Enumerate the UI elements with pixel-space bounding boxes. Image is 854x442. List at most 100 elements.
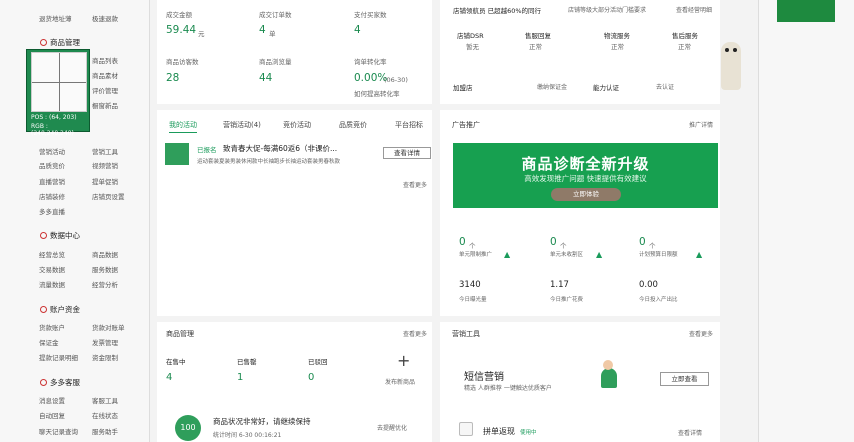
sms-title: 短信营销 <box>464 372 504 383</box>
sidebar-item-a5[interactable]: 资金限制 <box>92 352 118 362</box>
sidebar-item-a1[interactable]: 货款对账单 <box>92 322 125 332</box>
stat-unit: 元 <box>198 30 205 38</box>
banner-title: 商品诊断全新升级 <box>521 155 650 173</box>
tab-platform-bid[interactable]: 平台招标 <box>395 120 423 130</box>
stat-label: 成交金额 <box>166 11 192 19</box>
store-rank-link[interactable]: 店铺等级大部分活动门槛要求 <box>568 5 646 14</box>
stat-value: 44 <box>259 72 273 84</box>
ad-stat2-label: 今日投入产出比 <box>639 297 678 303</box>
metric-label: 售服回复 <box>525 32 551 40</box>
conversion-help-link[interactable]: 如何提高转化率 <box>354 88 400 98</box>
product-icon <box>40 39 47 46</box>
magnifier-preview <box>31 52 87 112</box>
sms-view-button[interactable]: 立即查看 <box>660 372 709 386</box>
sidebar-item-a4[interactable]: 提款记录明细 <box>39 352 78 362</box>
sidebar-item-m5[interactable]: 提单促销 <box>92 176 118 186</box>
tools-more-link[interactable]: 查看更多 <box>689 329 713 338</box>
sidebar-section-products[interactable]: 商品管理 <box>40 37 80 48</box>
activities-card: 我的活动 营销活动(4) 竞价活动 品质竞价 平台招标 已报名 致青春大促-每满… <box>157 110 432 316</box>
sidebar-item-c4[interactable]: 聊天记录查询 <box>39 426 78 436</box>
health-link[interactable]: 去提醒优化 <box>377 423 407 432</box>
activity-title[interactable]: 致青春大促-每满60返6（非课价... <box>223 143 337 154</box>
more-link[interactable]: 查看更多 <box>403 180 427 189</box>
ad-stat2-value: 1.17 <box>550 280 569 290</box>
ad-title: 广告推广 <box>452 121 480 129</box>
sidebar-item-m1[interactable]: 营销工具 <box>92 146 118 156</box>
ad-stat-label: 单元未收割区 <box>550 252 584 258</box>
stat-unit: 单 <box>269 30 276 38</box>
sidebar-item-d2[interactable]: 交易数据 <box>39 264 65 274</box>
banner-subtitle: 高效发现推广问题 快速提供有效建议 <box>524 174 647 183</box>
tab-marketing[interactable]: 营销活动(4) <box>223 120 261 130</box>
ad-detail-link[interactable]: 推广详情 <box>689 120 713 129</box>
sidebar-item-d5[interactable]: 经营分析 <box>92 279 118 289</box>
view-details-button[interactable]: 查看详情 <box>383 147 431 159</box>
sidebar-item-window[interactable]: 橱窗新品 <box>92 100 118 110</box>
product-count-label[interactable]: 已售罄 <box>237 356 257 366</box>
coupon-icon <box>459 422 473 436</box>
sidebar: 退货地址薄 极速退款 商品管理 商品列表 商品素材 评价管理 橱窗新品 POS … <box>0 0 150 442</box>
sidebar-section-customer[interactable]: 多多客服 <box>40 377 80 388</box>
sidebar-item-c1[interactable]: 客服工具 <box>92 395 118 405</box>
sidebar-section-data[interactable]: 数据中心 <box>40 230 80 241</box>
sidebar-section-account[interactable]: 账户资金 <box>40 304 80 315</box>
mascot-icon[interactable] <box>721 42 741 90</box>
publish-product-link[interactable]: 发布新商品 <box>385 377 415 386</box>
sidebar-item-a3[interactable]: 发票管理 <box>92 337 118 347</box>
mascot-eye <box>733 48 737 52</box>
sidebar-item-c5[interactable]: 服务助手 <box>92 426 118 436</box>
sidebar-item-reviews[interactable]: 评价管理 <box>92 85 118 95</box>
sidebar-item-m7[interactable]: 店铺页设置 <box>92 191 125 201</box>
tab-my-activity[interactable]: 我的活动 <box>169 120 197 133</box>
ad-stat-label: 单元限制推广 <box>459 252 493 258</box>
sms-illustration-icon <box>593 358 629 396</box>
plus-icon[interactable]: + <box>397 351 410 370</box>
coupon-detail-link[interactable]: 查看详情 <box>678 428 702 437</box>
store-detail-link[interactable]: 查看经营明细 <box>676 5 712 14</box>
store-rank-text: 店铺领航员 已超越60%的同行 <box>453 7 542 15</box>
sidebar-item-m6[interactable]: 店铺装修 <box>39 191 65 201</box>
sidebar-item-c3[interactable]: 在线状态 <box>92 410 118 420</box>
sidebar-item-m8[interactable]: 多多直播 <box>39 206 65 216</box>
sidebar-item-m3[interactable]: 视频营销 <box>92 160 118 170</box>
sidebar-item-d0[interactable]: 经营总览 <box>39 249 65 259</box>
sidebar-link-fast-refund[interactable]: 极速退款 <box>92 13 118 23</box>
right-panel-header <box>777 0 835 22</box>
banner-button[interactable]: 立即体验 <box>551 188 621 201</box>
tab-quality-bid[interactable]: 品质竞价 <box>339 120 367 130</box>
tab-bidding[interactable]: 竞价活动 <box>283 120 311 130</box>
sidebar-item-m0[interactable]: 营销活动 <box>39 146 65 156</box>
sidebar-link-return-address[interactable]: 退货地址薄 <box>39 13 72 23</box>
sidebar-item-product-list[interactable]: 商品列表 <box>92 55 118 65</box>
cert-link[interactable]: 去认证 <box>656 82 674 91</box>
sidebar-item-product-material[interactable]: 商品素材 <box>92 70 118 80</box>
stat-label: 商品浏览量 <box>259 58 292 66</box>
product-count-label[interactable]: 在售中 <box>166 356 186 366</box>
tools-title: 营销工具 <box>452 330 480 338</box>
stat-value: 4 <box>259 24 266 36</box>
product-count-value: 4 <box>166 372 173 383</box>
products-more-link[interactable]: 查看更多 <box>403 329 427 338</box>
sidebar-item-m4[interactable]: 直播营销 <box>39 176 65 186</box>
sidebar-item-a0[interactable]: 货款账户 <box>39 322 65 332</box>
sidebar-item-m2[interactable]: 品质竞价 <box>39 160 65 170</box>
metric-value: 暂无 <box>466 43 479 51</box>
sidebar-item-d1[interactable]: 商品数据 <box>92 249 118 259</box>
pixel-pos: POS : (64, 203) <box>31 114 77 121</box>
sidebar-item-c2[interactable]: 自动回复 <box>39 410 65 420</box>
ad-stat2-label: 今日曝光量 <box>459 297 487 303</box>
bond-link[interactable]: 缴纳保证金 <box>537 82 567 91</box>
figure-body <box>601 368 617 388</box>
ad-stat-value: 0 <box>639 236 646 248</box>
sidebar-item-d3[interactable]: 服务数据 <box>92 264 118 274</box>
products-card: 商品管理 查看更多 在售中 4 已售罄 1 已驳回 0 + 发布新商品 100 … <box>157 322 432 442</box>
product-count-label[interactable]: 已驳回 <box>308 356 328 366</box>
ad-stat-value: 0 <box>459 236 466 248</box>
ad-banner[interactable]: 商品诊断全新升级 高效发现推广问题 快速提供有效建议 立即体验 <box>453 143 718 208</box>
ad-stat2-value: 3140 <box>459 280 481 290</box>
health-score-badge: 100 <box>175 415 201 441</box>
sidebar-item-d4[interactable]: 流量数据 <box>39 279 65 289</box>
pixel-rgb: RGB : (240,240,240) <box>31 123 74 137</box>
sidebar-item-a2[interactable]: 保证金 <box>39 337 59 347</box>
sidebar-item-c0[interactable]: 消息设置 <box>39 395 65 405</box>
